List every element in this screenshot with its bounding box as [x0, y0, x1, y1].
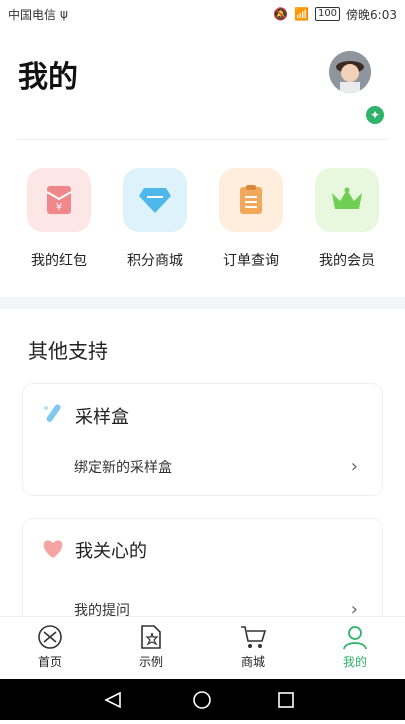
card-title: 采样盒: [75, 407, 129, 428]
row-label: 绑定新的采样盒: [74, 459, 172, 476]
svg-text:¥: ¥: [56, 202, 62, 213]
system-nav-bar: [0, 679, 405, 720]
quick-action-membership[interactable]: 我的会员: [307, 168, 387, 270]
nav-buttons: [104, 691, 294, 709]
my-concerns-card: 我关心的 我的提问 ›: [23, 519, 382, 629]
usb-icon: ψ: [60, 7, 68, 21]
crown-icon: [315, 168, 379, 232]
avatar[interactable]: [329, 51, 371, 93]
red-envelope-icon: ¥: [27, 168, 91, 232]
clipboard-icon: [219, 168, 283, 232]
header-divider: [18, 139, 388, 140]
bind-sample-box-row[interactable]: 绑定新的采样盒 ›: [74, 456, 358, 477]
card-header: 采样盒: [41, 402, 129, 430]
section-title: 其他支持: [28, 339, 108, 363]
mute-icon: 🔕: [273, 7, 288, 21]
user-icon: [305, 623, 405, 651]
bottom-tab-bar: 首页 示例 商城 我的: [0, 617, 405, 679]
wifi-icon: 📶: [294, 7, 309, 21]
home-icon: [193, 691, 211, 709]
tab-label: 示例: [138, 655, 163, 669]
tab-label: 首页: [37, 655, 62, 669]
tab-home[interactable]: 首页: [0, 617, 100, 670]
chevron-right-icon: ›: [350, 456, 358, 477]
quick-action-red-envelope[interactable]: ¥ 我的红包: [19, 168, 99, 270]
tab-mall[interactable]: 商城: [203, 617, 303, 670]
document-star-icon: [101, 623, 201, 651]
tab-label: 商城: [240, 655, 265, 669]
battery-level: 100: [317, 8, 338, 19]
quick-action-label: 我的红包: [31, 253, 87, 269]
quick-action-label: 订单查询: [223, 253, 279, 269]
diamond-icon: [123, 168, 187, 232]
tab-mine[interactable]: 我的: [305, 617, 405, 670]
tab-examples[interactable]: 示例: [101, 617, 201, 670]
battery-icon: 100: [314, 7, 341, 21]
back-icon: [104, 691, 121, 709]
status-bar: 中国电信 ψ 🔕 📶 100 傍晚6:03: [0, 0, 405, 28]
verified-badge-icon: ✦: [364, 104, 386, 126]
avatar-image: [329, 51, 371, 93]
quick-action-points-mall[interactable]: 积分商城: [115, 168, 195, 270]
card-header: 我关心的: [41, 537, 147, 563]
dna-icon: [0, 623, 100, 651]
cart-icon: [203, 623, 303, 651]
tab-label: 我的: [342, 655, 367, 669]
carrier-text: 中国电信: [8, 7, 57, 22]
heart-icon: [41, 537, 65, 563]
recents-icon: [278, 692, 294, 708]
card-title: 我关心的: [75, 541, 147, 562]
test-tube-icon: [41, 402, 65, 430]
clock-text: 傍晚6:03: [346, 7, 397, 22]
section-divider: [0, 297, 405, 309]
quick-action-order-query[interactable]: 订单查询: [211, 168, 291, 270]
quick-actions: ¥ 我的红包 积分商城 订单查询 我的会员: [0, 168, 405, 283]
quick-action-label: 积分商城: [127, 253, 183, 269]
quick-action-label: 我的会员: [319, 253, 375, 269]
sample-box-card: 采样盒 绑定新的采样盒 ›: [23, 384, 382, 495]
page-title: 我的: [18, 60, 78, 95]
